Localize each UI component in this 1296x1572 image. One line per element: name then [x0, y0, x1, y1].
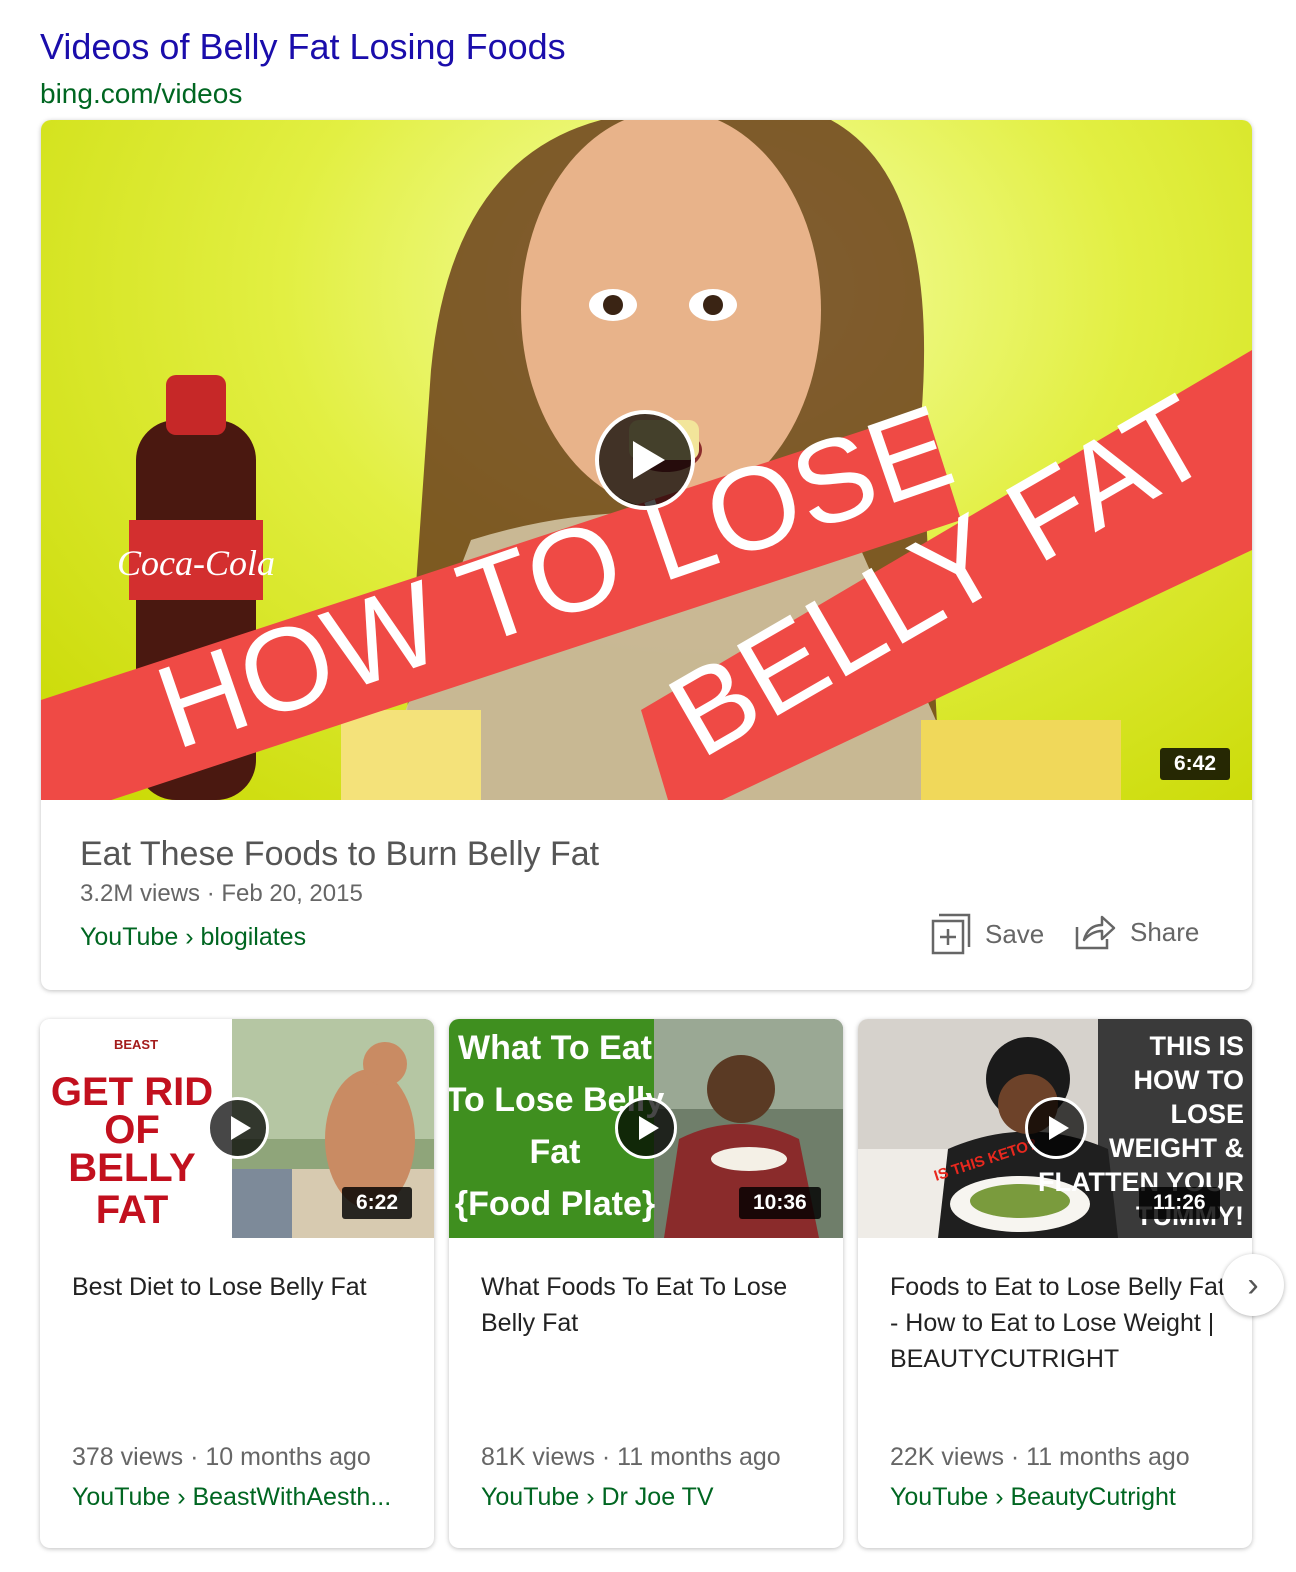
- play-icon[interactable]: [1025, 1097, 1087, 1159]
- featured-video-meta: 3.2M views · Feb 20, 2015: [80, 880, 363, 907]
- featured-video-card[interactable]: Coca-Cola HOW TO LOSE BELLY FAT 6:42 Eat…: [41, 120, 1252, 990]
- results-url: bing.com/videos: [40, 78, 243, 109]
- thumb-line: BELLY: [68, 1146, 196, 1190]
- save-button[interactable]: Save: [931, 913, 1044, 955]
- video-source[interactable]: YouTube › BeastWithAesth...: [72, 1483, 391, 1512]
- brand-logo: BEAST: [114, 1037, 158, 1052]
- bottle-label: Coca-Cola: [117, 543, 275, 583]
- play-icon[interactable]: [595, 410, 695, 510]
- chevron-right-icon: ›: [1247, 1265, 1259, 1304]
- thumb-line: {Food Plate}: [455, 1185, 655, 1223]
- featured-video-thumbnail[interactable]: Coca-Cola HOW TO LOSE BELLY FAT 6:42: [41, 120, 1252, 800]
- thumb-line: Fat: [530, 1133, 581, 1171]
- share-label: Share: [1130, 916, 1200, 947]
- video-source[interactable]: YouTube › Dr Joe TV: [481, 1483, 714, 1512]
- video-card[interactable]: IS THIS KETO? THIS IS HOW TO LOSE WEIGHT…: [858, 1019, 1252, 1548]
- video-meta: 378 views · 10 months ago: [72, 1443, 371, 1471]
- video-title[interactable]: What Foods To Eat To Lose Belly Fat: [481, 1269, 821, 1341]
- save-label: Save: [985, 918, 1045, 949]
- thumb-line: HOW TO: [1134, 1065, 1245, 1095]
- save-icon: [931, 913, 971, 955]
- video-card[interactable]: What To Eat To Lose Belly Fat {Food Plat…: [449, 1019, 843, 1548]
- thumb-line: THIS IS: [1149, 1031, 1244, 1061]
- featured-video-title[interactable]: Eat These Foods to Burn Belly Fat: [80, 835, 599, 874]
- featured-video-source[interactable]: YouTube › blogilates: [80, 923, 306, 952]
- video-duration: 6:22: [342, 1187, 413, 1219]
- carousel-next-button[interactable]: ›: [1222, 1254, 1284, 1316]
- thumb-line: FAT: [96, 1188, 169, 1232]
- video-title[interactable]: Foods to Eat to Lose Belly Fat - How to …: [890, 1269, 1230, 1377]
- results-title-link[interactable]: Videos of Belly Fat Losing Foods: [40, 26, 566, 68]
- video-card[interactable]: BEAST GET RID OF BELLY FAT 6:22 Best Die…: [40, 1019, 434, 1548]
- video-thumbnail[interactable]: IS THIS KETO? THIS IS HOW TO LOSE WEIGHT…: [858, 1019, 1252, 1238]
- video-source[interactable]: YouTube › BeautyCutright: [890, 1483, 1176, 1512]
- video-duration: 10:36: [739, 1187, 821, 1219]
- video-thumbnail[interactable]: What To Eat To Lose Belly Fat {Food Plat…: [449, 1019, 843, 1238]
- play-icon[interactable]: [207, 1097, 269, 1159]
- share-button[interactable]: Share: [1074, 913, 1199, 951]
- thumb-line: LOSE: [1170, 1099, 1244, 1129]
- thumb-line: WEIGHT &: [1109, 1133, 1244, 1163]
- video-duration: 11:26: [1139, 1187, 1220, 1219]
- video-title[interactable]: Best Diet to Lose Belly Fat: [72, 1269, 412, 1305]
- share-icon: [1075, 915, 1116, 950]
- play-icon[interactable]: [615, 1097, 677, 1159]
- thumb-line: What To Eat: [458, 1029, 652, 1067]
- video-thumbnail[interactable]: BEAST GET RID OF BELLY FAT 6:22: [40, 1019, 434, 1238]
- video-meta: 81K views · 11 months ago: [481, 1443, 781, 1471]
- video-duration: 6:42: [1160, 748, 1231, 780]
- video-meta: 22K views · 11 months ago: [890, 1443, 1190, 1471]
